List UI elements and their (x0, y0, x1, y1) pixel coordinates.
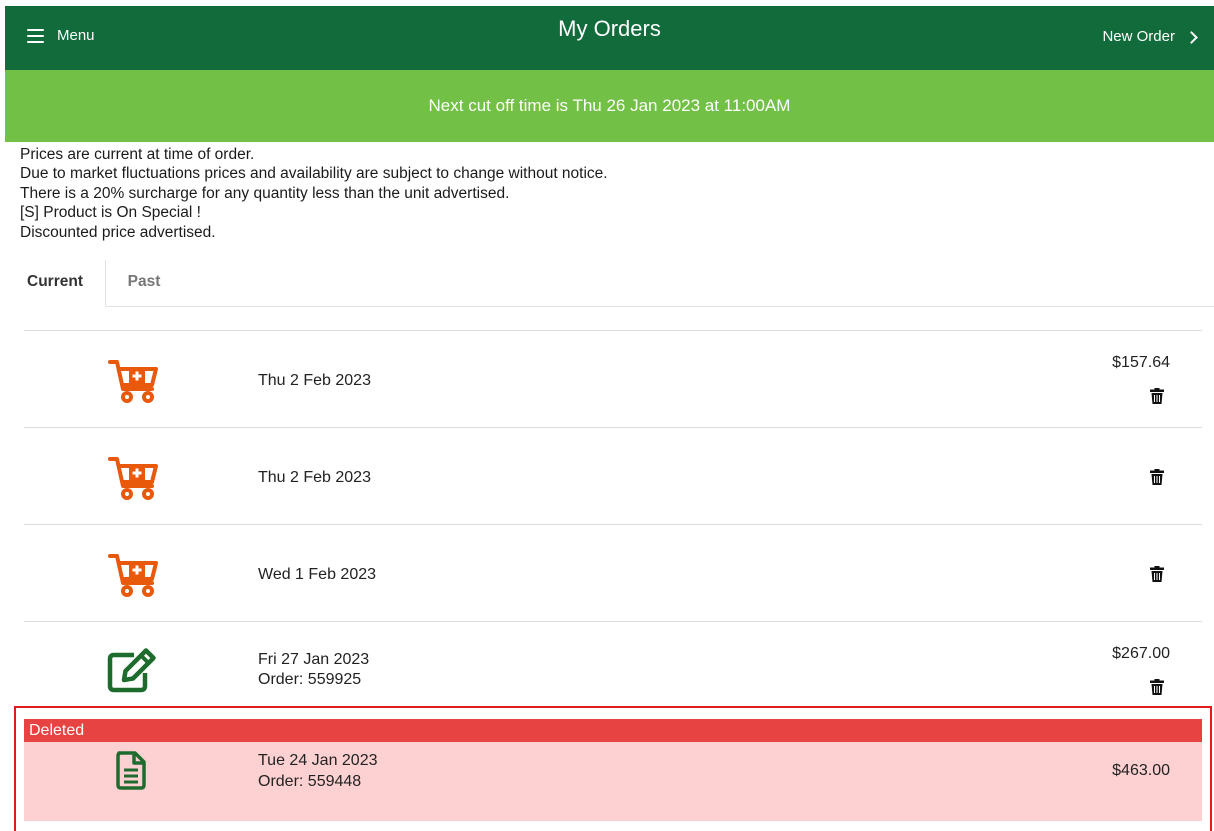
order-row[interactable]: Thu 2 Feb 2023 (24, 427, 1202, 524)
order-number: Order: 559448 (258, 773, 362, 790)
notice-line: Due to market fluctuations prices and av… (20, 165, 608, 183)
order-row[interactable]: Wed 1 Feb 2023 (24, 524, 1202, 621)
notice-line: Discounted price advertised. (20, 223, 216, 241)
order-price: $463.00 (1112, 762, 1170, 779)
trash-icon[interactable] (1150, 388, 1164, 404)
cart-plus-icon (106, 550, 160, 598)
order-date: Thu 2 Feb 2023 (258, 372, 371, 389)
order-number: Order: 559925 (258, 671, 362, 688)
trash-icon[interactable] (1150, 566, 1164, 582)
new-order-button[interactable]: New Order (1102, 28, 1198, 45)
order-date: Tue 24 Jan 2023 (258, 752, 378, 769)
order-date: Thu 2 Feb 2023 (258, 469, 371, 486)
new-order-label: New Order (1102, 28, 1175, 45)
document-icon (114, 750, 148, 798)
app-root: Menu My Orders New Order Next cut off ti… (0, 0, 1214, 831)
chevron-right-icon (1185, 30, 1198, 44)
notice-line: [S] Product is On Special ! (20, 204, 201, 222)
cart-plus-icon (106, 356, 160, 404)
order-date: Fri 27 Jan 2023 (258, 651, 370, 668)
order-row[interactable]: Fri 27 Jan 2023 Order: 559925 $267.00 (24, 621, 1202, 718)
order-price: $267.00 (1112, 645, 1170, 662)
notice-line: Prices are current at time of order. (20, 146, 255, 163)
notice-line: There is a 20% surcharge for any quantit… (20, 184, 510, 202)
deleted-status-bar: Deleted (24, 719, 1202, 742)
edit-icon (104, 646, 158, 694)
trash-icon[interactable] (1150, 679, 1164, 695)
order-row[interactable]: Thu 2 Feb 2023 $157.64 (24, 330, 1202, 427)
tab-past[interactable]: Past (106, 260, 182, 306)
order-price: $157.64 (1112, 354, 1170, 371)
app-header: Menu My Orders New Order (5, 6, 1214, 70)
order-tabs: Current Past (5, 260, 1214, 307)
price-notice: Prices are current at time of order. Due… (20, 145, 608, 242)
order-date: Wed 1 Feb 2023 (258, 566, 377, 583)
cart-plus-icon (106, 453, 160, 501)
order-row-deleted[interactable]: Tue 24 Jan 2023 Order: 559448 $463.00 (24, 742, 1202, 821)
trash-icon[interactable] (1150, 469, 1164, 485)
page-title: My Orders (558, 16, 661, 41)
tab-current[interactable]: Current (5, 260, 106, 307)
cutoff-banner: Next cut off time is Thu 26 Jan 2023 at … (5, 70, 1214, 142)
